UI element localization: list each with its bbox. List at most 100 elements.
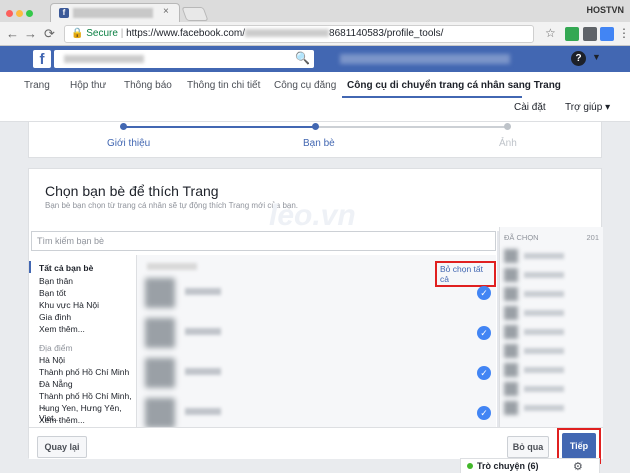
avatar bbox=[504, 249, 518, 263]
selected-friend-item[interactable] bbox=[504, 361, 600, 379]
facebook-header: f 🔍 ? ▼ bbox=[0, 46, 630, 72]
friend-name-blurred bbox=[524, 310, 564, 316]
check-icon[interactable]: ✓ bbox=[477, 366, 491, 380]
category-all-friends[interactable]: Tất cả bạn bè bbox=[39, 263, 93, 273]
check-icon[interactable]: ✓ bbox=[477, 406, 491, 420]
avatar bbox=[145, 318, 175, 348]
panel-footer: Quay lại Bỏ qua Tiếp bbox=[29, 427, 603, 464]
selected-friend-item[interactable] bbox=[504, 304, 600, 322]
progress-steps: Giới thiệu Bạn bè Ảnh bbox=[28, 122, 602, 158]
category-family[interactable]: Gia đình bbox=[39, 312, 71, 322]
select-friends-panel: Chọn bạn bè để thích Trang Bạn bè bạn ch… bbox=[28, 168, 603, 464]
progress-line-done bbox=[123, 126, 315, 128]
friend-list: Bỏ chọn tất cả ✓ ✓ ✓ ✓ bbox=[136, 255, 497, 428]
extension-icon[interactable] bbox=[583, 27, 597, 41]
tab-trang[interactable]: Trang bbox=[24, 80, 50, 91]
selected-friend-item[interactable] bbox=[504, 323, 600, 341]
friend-row[interactable]: ✓ bbox=[137, 353, 497, 393]
category-hanoi-area[interactable]: Khu vực Hà Nội bbox=[39, 300, 99, 310]
check-icon[interactable]: ✓ bbox=[477, 286, 491, 300]
step-dot bbox=[312, 123, 319, 130]
step-label-ban-be: Bạn bè bbox=[303, 138, 335, 149]
category-close-friends[interactable]: Bạn thân bbox=[39, 276, 73, 286]
avatar bbox=[504, 382, 518, 396]
friend-name-blurred bbox=[524, 405, 564, 411]
see-more-link[interactable]: Xem thêm... bbox=[39, 324, 85, 334]
search-icon[interactable]: 🔍 bbox=[295, 51, 310, 65]
location-danang[interactable]: Đà Nẵng bbox=[39, 379, 73, 389]
secure-label: Secure bbox=[86, 28, 118, 39]
step-dot bbox=[504, 123, 511, 130]
maximize-window-button[interactable] bbox=[26, 10, 33, 17]
progress-line-pending bbox=[315, 126, 507, 128]
friend-name-blurred bbox=[185, 288, 221, 295]
tab-thong-tin-chi-tiet[interactable]: Thông tin chi tiết bbox=[187, 80, 260, 91]
selected-friend-item[interactable] bbox=[504, 247, 600, 265]
friend-categories: Tất cả bạn bè Bạn thân Bạn tốt Khu vực H… bbox=[29, 255, 136, 427]
account-menu-caret-icon[interactable]: ▼ bbox=[592, 52, 601, 62]
browser-tab[interactable]: f × bbox=[50, 3, 180, 22]
active-category-indicator bbox=[29, 261, 31, 273]
facebook-logo-icon[interactable]: f bbox=[33, 50, 51, 68]
chat-label: Trò chuyện (6) bbox=[477, 461, 539, 471]
browser-profile-name[interactable]: HOSTVN bbox=[586, 5, 624, 15]
location-hcmc[interactable]: Thành phố Hồ Chí Minh bbox=[39, 367, 129, 377]
selected-friend-item[interactable] bbox=[504, 266, 600, 284]
selected-friend-item[interactable] bbox=[504, 380, 600, 398]
extension-icon[interactable] bbox=[565, 27, 579, 41]
extension-icon[interactable] bbox=[600, 27, 614, 41]
check-icon[interactable]: ✓ bbox=[477, 326, 491, 340]
list-header-blurred bbox=[147, 263, 197, 270]
search-placeholder: Tìm kiếm bạn bè bbox=[37, 236, 105, 246]
tab-thong-bao[interactable]: Thông báo bbox=[124, 80, 172, 91]
category-good-friends[interactable]: Bạn tốt bbox=[39, 288, 66, 298]
selected-friends-panel: ĐÃ CHỌN 201 bbox=[499, 227, 603, 427]
url-input[interactable]: 🔒 Secure | https://www.facebook.com/8681… bbox=[64, 25, 534, 43]
online-status-icon bbox=[467, 463, 473, 469]
friend-name-blurred bbox=[524, 329, 564, 335]
location-hanoi[interactable]: Hà Nội bbox=[39, 355, 65, 365]
help-link[interactable]: Trợ giúp ▾ bbox=[565, 102, 610, 113]
active-tab-indicator bbox=[342, 96, 522, 98]
avatar bbox=[504, 268, 518, 282]
browser-tab-bar: f × HOSTVN bbox=[0, 0, 630, 22]
new-tab-button[interactable] bbox=[181, 7, 209, 21]
friend-name-blurred bbox=[524, 291, 564, 297]
url-suffix: 8681140583/profile_tools/ bbox=[329, 28, 444, 39]
friend-search-input[interactable]: Tìm kiếm bạn bè bbox=[31, 231, 496, 251]
friend-name-blurred bbox=[185, 408, 221, 415]
tab-cong-cu-dang[interactable]: Công cụ đăng bbox=[274, 80, 336, 91]
avatar bbox=[504, 325, 518, 339]
panel-subtitle: Bạn bè bạn chọn từ trang cá nhân sẽ tự đ… bbox=[45, 201, 299, 210]
url-prefix: https://www.facebook.com/ bbox=[126, 28, 246, 39]
next-button[interactable]: Tiếp bbox=[562, 433, 596, 459]
skip-button[interactable]: Bỏ qua bbox=[507, 436, 549, 458]
panel-title: Chọn bạn bè để thích Trang bbox=[45, 183, 219, 199]
menu-dots-icon[interactable]: ⋮ bbox=[618, 26, 630, 40]
settings-link[interactable]: Cài đặt bbox=[514, 102, 546, 113]
step-label-anh: Ảnh bbox=[499, 138, 517, 149]
tab-hop-thu[interactable]: Hộp thư bbox=[70, 80, 106, 91]
facebook-search-input[interactable]: 🔍 bbox=[54, 50, 314, 68]
avatar bbox=[504, 287, 518, 301]
selected-friend-item[interactable] bbox=[504, 285, 600, 303]
see-more-locations-link[interactable]: Xem thêm... bbox=[39, 415, 85, 425]
back-arrow-icon[interactable]: ← bbox=[6, 26, 19, 41]
reload-icon[interactable]: ⟳ bbox=[44, 26, 55, 42]
forward-arrow-icon[interactable]: → bbox=[24, 26, 37, 41]
step-label-gioi-thieu: Giới thiệu bbox=[107, 138, 151, 149]
lock-icon: 🔒 bbox=[71, 28, 84, 39]
friend-row[interactable]: ✓ bbox=[137, 273, 497, 313]
selected-friend-item[interactable] bbox=[504, 342, 600, 360]
close-window-button[interactable] bbox=[6, 10, 13, 17]
friend-row[interactable]: ✓ bbox=[137, 313, 497, 353]
tab-cong-cu-di-chuyen[interactable]: Công cụ di chuyển trang cá nhân sang Tra… bbox=[347, 80, 561, 91]
chat-settings-gear-icon[interactable]: ⚙ bbox=[573, 460, 583, 473]
selected-friend-item[interactable] bbox=[504, 399, 600, 417]
back-button[interactable]: Quay lại bbox=[37, 436, 87, 458]
minimize-window-button[interactable] bbox=[16, 10, 23, 17]
tab-close-icon[interactable]: × bbox=[163, 6, 169, 17]
bookmark-star-icon[interactable]: ☆ bbox=[545, 26, 556, 40]
search-blurred-text bbox=[64, 55, 144, 63]
help-icon[interactable]: ? bbox=[571, 51, 586, 66]
